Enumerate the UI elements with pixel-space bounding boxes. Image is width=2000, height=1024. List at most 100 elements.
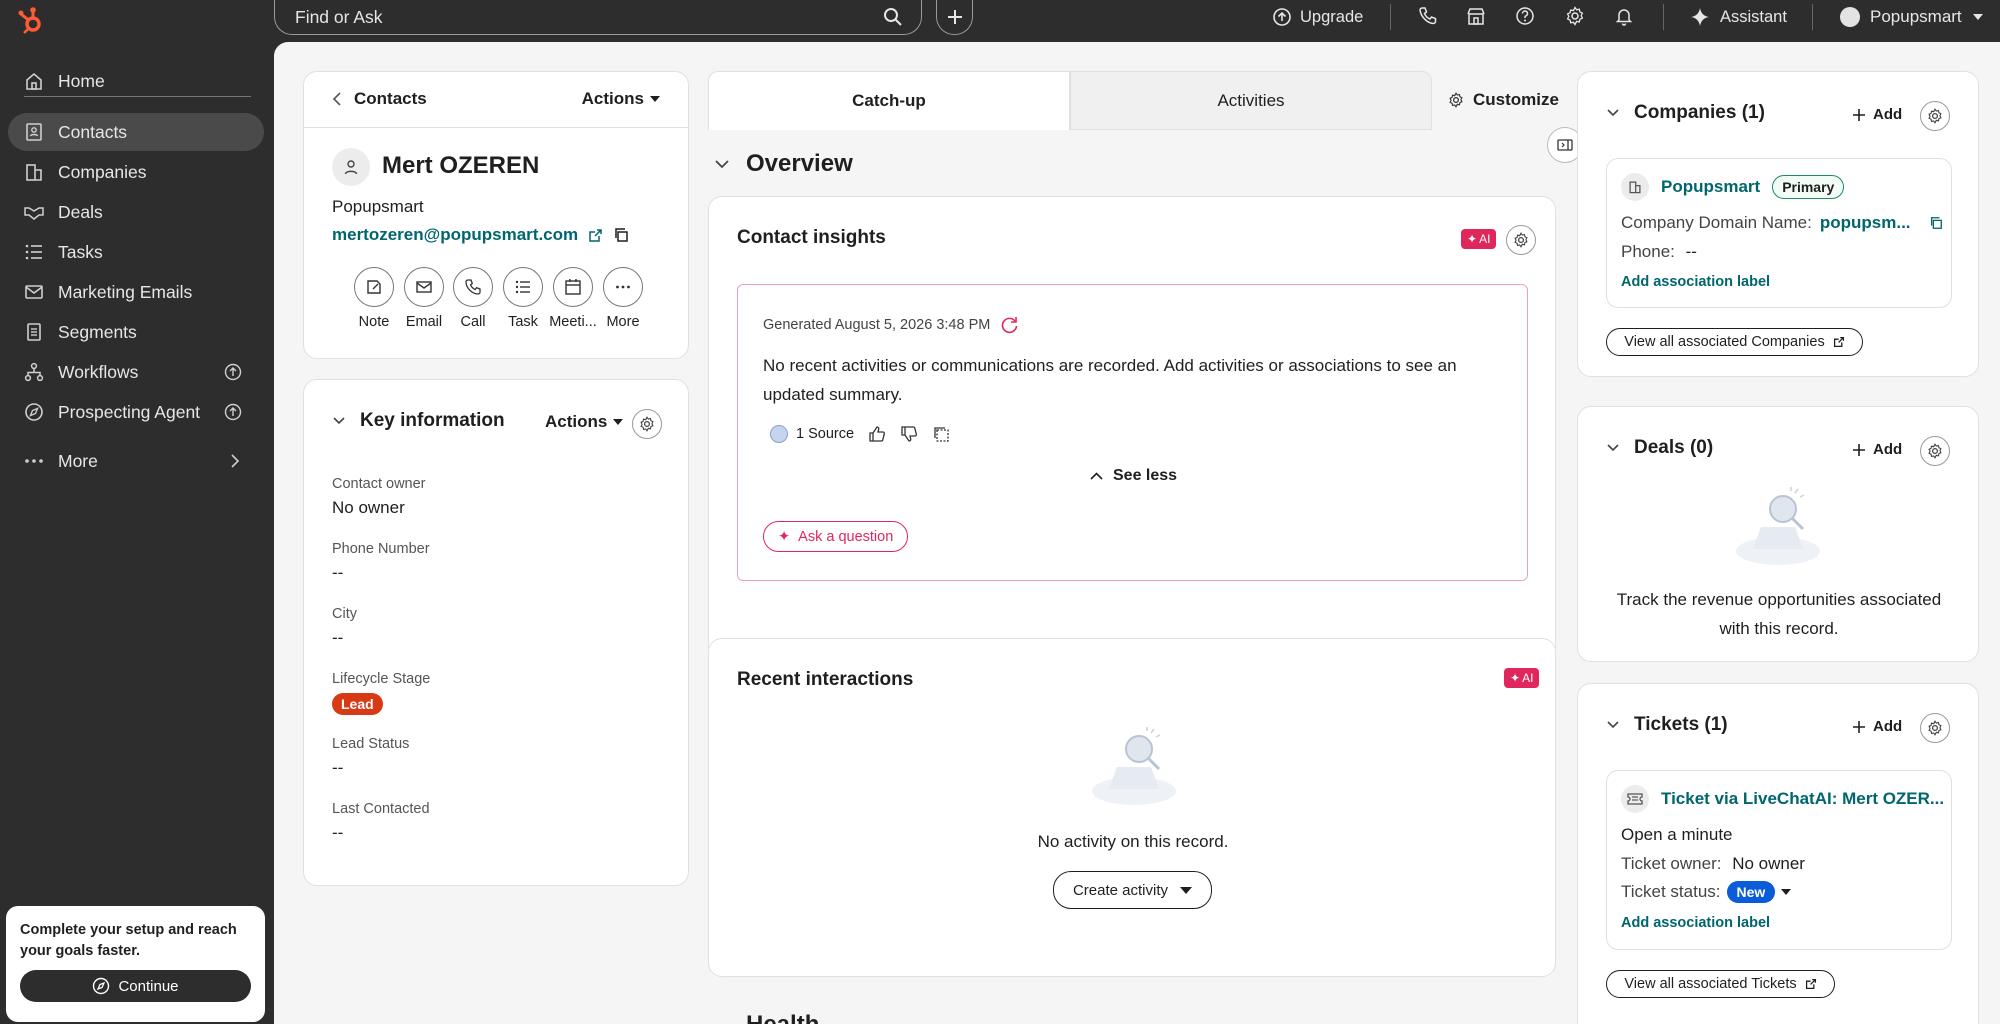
- status-badge[interactable]: New: [1726, 881, 1776, 903]
- topbar-divider: [1663, 4, 1664, 30]
- add-association-label-link[interactable]: Add association label: [1621, 274, 1770, 290]
- insights-settings-gear-icon[interactable]: [1506, 225, 1536, 255]
- tickets-header[interactable]: Tickets (1): [1606, 714, 1728, 736]
- property-value[interactable]: --: [332, 823, 343, 843]
- generated-timestamp: Generated August 5, 2026 3:48 PM: [763, 317, 991, 333]
- meeting-action-button[interactable]: Meeti...: [545, 267, 601, 330]
- add-deal-button[interactable]: Add: [1853, 441, 1902, 458]
- key-info-settings-gear-icon[interactable]: [632, 409, 662, 439]
- actions-label: Actions: [545, 412, 608, 431]
- help-icon[interactable]: [1515, 6, 1535, 26]
- sidebar-item-prospecting-agent[interactable]: Prospecting Agent: [8, 393, 264, 431]
- property-value[interactable]: --: [332, 563, 343, 583]
- ticket-name-link[interactable]: Ticket via LiveChatAI: Mert OZER...: [1661, 789, 1944, 809]
- copy-icon[interactable]: [932, 425, 950, 443]
- caret-down-icon: [613, 419, 624, 425]
- contact-actions-menu[interactable]: Actions: [582, 89, 660, 109]
- call-action-button[interactable]: Call: [445, 267, 501, 330]
- key-info-header[interactable]: Key information: [332, 410, 505, 432]
- copy-icon[interactable]: [613, 227, 629, 243]
- more-action-button[interactable]: More: [595, 267, 651, 330]
- thumbs-up-icon[interactable]: [868, 425, 886, 443]
- sidebar-item-marketing-emails[interactable]: Marketing Emails: [8, 273, 264, 311]
- tab-catchup[interactable]: Catch-up: [708, 71, 1070, 130]
- sidebar-item-more[interactable]: More: [8, 442, 264, 480]
- lifecycle-stage-badge[interactable]: Lead: [332, 693, 383, 715]
- ai-badge: ✦ AI: [1461, 229, 1497, 249]
- phone-icon: [453, 267, 493, 307]
- property-value[interactable]: No owner: [332, 498, 405, 518]
- notifications-bell-icon[interactable]: [1614, 6, 1634, 26]
- customize-button[interactable]: Customize: [1448, 90, 1559, 110]
- deals-header[interactable]: Deals (0): [1606, 437, 1713, 459]
- create-plus-button[interactable]: [936, 0, 973, 35]
- external-link-icon[interactable]: [588, 228, 603, 243]
- property-label: Lifecycle Stage: [332, 671, 431, 687]
- sidebar-item-label: Home: [58, 70, 105, 91]
- copy-icon[interactable]: [1929, 216, 1943, 230]
- email-action-button[interactable]: Email: [396, 267, 452, 330]
- companies-settings-gear-icon[interactable]: [1920, 101, 1950, 131]
- view-all-companies-button[interactable]: View all associated Companies: [1606, 328, 1863, 356]
- contact-email-link[interactable]: mertozeren@popupsmart.com: [332, 225, 578, 245]
- deals-settings-gear-icon[interactable]: [1920, 436, 1950, 466]
- account-menu[interactable]: Popupsmart: [1840, 6, 1984, 28]
- add-association-label-link[interactable]: Add association label: [1621, 915, 1770, 931]
- sidebar-item-contacts[interactable]: Contacts: [8, 113, 264, 151]
- overview-header[interactable]: Overview: [714, 150, 853, 178]
- top-bar: Find or Ask Upgrade Assistant Popupsmart: [0, 0, 2000, 42]
- action-label: More: [606, 314, 640, 330]
- thumbs-down-icon[interactable]: [900, 425, 918, 443]
- action-label: Call: [460, 314, 486, 330]
- deals-empty-illustration-icon: [1733, 487, 1823, 567]
- external-link-icon: [1833, 336, 1845, 348]
- sidebar-item-label: Tasks: [58, 241, 103, 262]
- create-activity-button[interactable]: Create activity: [1053, 871, 1212, 909]
- search-input[interactable]: Find or Ask: [295, 7, 883, 28]
- marketplace-icon[interactable]: [1466, 6, 1486, 26]
- phone-icon[interactable]: [1418, 6, 1438, 26]
- add-ticket-button[interactable]: Add: [1853, 718, 1902, 735]
- contacts-icon: [24, 122, 44, 142]
- search-icon[interactable]: [883, 7, 903, 27]
- sidebar-item-workflows[interactable]: Workflows: [8, 353, 264, 391]
- add-company-button[interactable]: Add: [1853, 106, 1902, 123]
- setup-continue-button[interactable]: Continue: [20, 970, 251, 1002]
- ticket-association-card: Ticket via LiveChatAI: Mert OZER... Open…: [1606, 770, 1952, 950]
- chevron-down-icon: [1606, 108, 1620, 118]
- domain-value-link[interactable]: popupsm...: [1820, 213, 1911, 233]
- tickets-settings-gear-icon[interactable]: [1920, 713, 1950, 743]
- company-name-link[interactable]: Popupsmart: [1661, 177, 1760, 197]
- home-icon: [24, 71, 44, 91]
- ask-question-button[interactable]: ✦ Ask a question: [763, 521, 909, 552]
- companies-header[interactable]: Companies (1): [1606, 102, 1765, 124]
- sidebar-item-companies[interactable]: Companies: [8, 153, 264, 191]
- task-action-button[interactable]: Task: [495, 267, 551, 330]
- hubspot-logo-icon[interactable]: [18, 5, 46, 35]
- tab-activities[interactable]: Activities: [1070, 71, 1432, 130]
- breadcrumb[interactable]: Contacts: [332, 89, 427, 109]
- source-button[interactable]: 1 Source: [770, 425, 854, 443]
- topbar-divider: [1812, 4, 1813, 30]
- source-label: 1 Source: [796, 426, 855, 442]
- regenerate-icon[interactable]: [1000, 315, 1020, 335]
- external-link-icon: [1805, 978, 1817, 990]
- avatar: [332, 148, 370, 186]
- upgrade-button[interactable]: Upgrade: [1272, 6, 1363, 28]
- assistant-button[interactable]: Assistant: [1690, 6, 1787, 28]
- caret-down-icon[interactable]: [1781, 889, 1792, 895]
- search-bar[interactable]: Find or Ask: [274, 0, 922, 35]
- view-all-tickets-button[interactable]: View all associated Tickets: [1606, 970, 1835, 998]
- company-phone-row: Phone: --: [1621, 242, 1697, 262]
- note-action-button[interactable]: Note: [346, 267, 402, 330]
- sidebar-item-deals[interactable]: Deals: [8, 193, 264, 231]
- sidebar-item-label: Workflows: [58, 361, 139, 382]
- property-value[interactable]: --: [332, 758, 343, 778]
- sidebar-item-tasks[interactable]: Tasks: [8, 233, 264, 271]
- see-less-button[interactable]: See less: [1090, 467, 1177, 485]
- sidebar-item-segments[interactable]: Segments: [8, 313, 264, 351]
- key-info-actions-menu[interactable]: Actions: [545, 412, 624, 432]
- sidebar-item-home[interactable]: Home: [8, 62, 264, 100]
- property-value[interactable]: --: [332, 628, 343, 648]
- settings-gear-icon[interactable]: [1565, 6, 1585, 26]
